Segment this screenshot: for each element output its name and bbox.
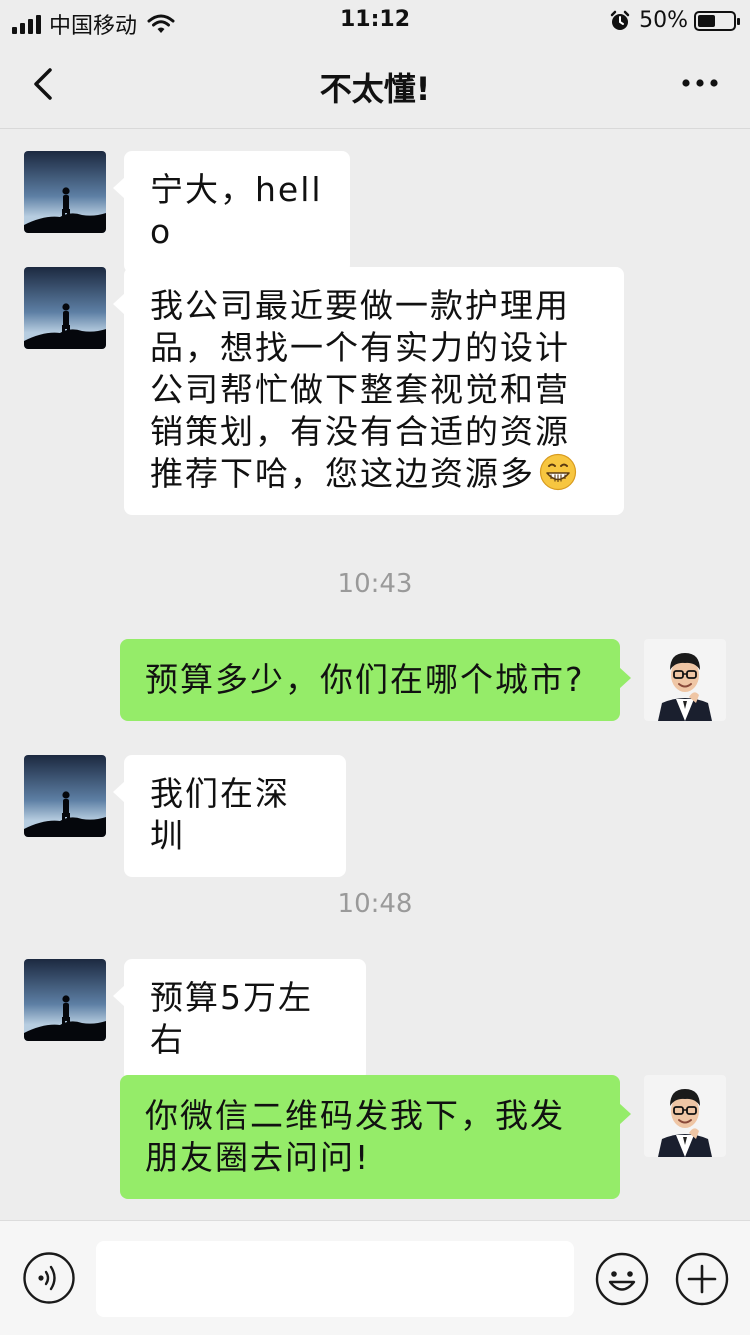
alarm-icon <box>610 10 630 30</box>
my-avatar[interactable] <box>644 1075 726 1157</box>
contact-avatar[interactable] <box>24 151 106 233</box>
timestamp: 10:43 <box>337 569 413 599</box>
battery-percent: 50% <box>639 8 688 33</box>
contact-avatar[interactable] <box>24 755 106 837</box>
message-text: 我们在深圳 <box>150 774 290 855</box>
emoji-icon[interactable] <box>594 1251 650 1307</box>
voice-icon[interactable] <box>22 1251 76 1305</box>
message-incoming: 我们在深圳 <box>0 755 750 877</box>
chat-header: 不太懂! <box>0 42 750 129</box>
message-text: 预算5万左右 <box>150 978 313 1059</box>
status-bar: 中国移动 11:12 50% <box>0 0 750 42</box>
message-text: 我公司最近要做一款护理用品，想找一个有实力的设计公司帮忙做下整套视觉和营销策划，… <box>150 286 570 493</box>
message-outgoing: 预算多少，你们在哪个城市? <box>0 639 750 721</box>
contact-avatar[interactable] <box>24 959 106 1041</box>
contact-avatar[interactable] <box>24 267 106 349</box>
message-bubble[interactable]: 我们在深圳 <box>113 755 346 877</box>
message-incoming: 我公司最近要做一款护理用品，想找一个有实力的设计公司帮忙做下整套视觉和营销策划，… <box>0 267 750 517</box>
message-text: 预算多少，你们在哪个城市? <box>145 660 585 699</box>
battery-icon <box>694 10 740 31</box>
message-outgoing: 你微信二维码发我下，我发朋友圈去问问! <box>0 1075 750 1199</box>
message-bubble[interactable]: 预算5万左右 <box>113 959 366 1081</box>
my-avatar[interactable] <box>644 639 726 721</box>
input-bar <box>0 1220 750 1335</box>
battery-fill <box>698 14 715 27</box>
message-incoming: 宁大，hello <box>0 151 750 273</box>
message-bubble[interactable]: 宁大，hello <box>113 151 350 273</box>
message-text: 宁大，hello <box>150 170 323 251</box>
chat-messages[interactable]: 宁大，hello 我公司最近要做一款护理用品，想找一个有实力的设计公司帮忙做下整… <box>0 129 750 1219</box>
status-right: 50% <box>609 8 740 33</box>
message-bubble[interactable]: 我公司最近要做一款护理用品，想找一个有实力的设计公司帮忙做下整套视觉和营销策划，… <box>113 267 624 515</box>
message-bubble[interactable]: 你微信二维码发我下，我发朋友圈去问问! <box>120 1075 631 1199</box>
timestamp: 10:48 <box>337 889 413 919</box>
message-bubble[interactable]: 预算多少，你们在哪个城市? <box>120 639 631 721</box>
grinning-face-emoji <box>539 453 577 491</box>
message-incoming: 预算5万左右 <box>0 959 750 1081</box>
plus-icon[interactable] <box>674 1251 730 1307</box>
message-text: 你微信二维码发我下，我发朋友圈去问问! <box>145 1096 565 1177</box>
more-dots-icon[interactable] <box>680 76 720 90</box>
message-input[interactable] <box>96 1241 574 1317</box>
chat-title: 不太懂! <box>319 70 431 108</box>
